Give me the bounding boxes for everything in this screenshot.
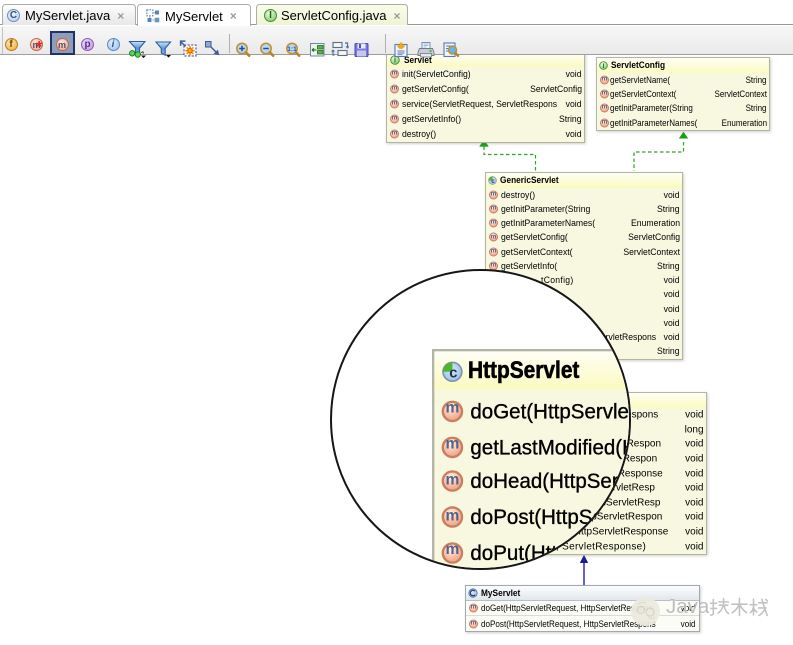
svg-text:c: c [491, 177, 495, 184]
svg-text:I: I [603, 63, 605, 70]
svg-text:c: c [449, 364, 457, 380]
